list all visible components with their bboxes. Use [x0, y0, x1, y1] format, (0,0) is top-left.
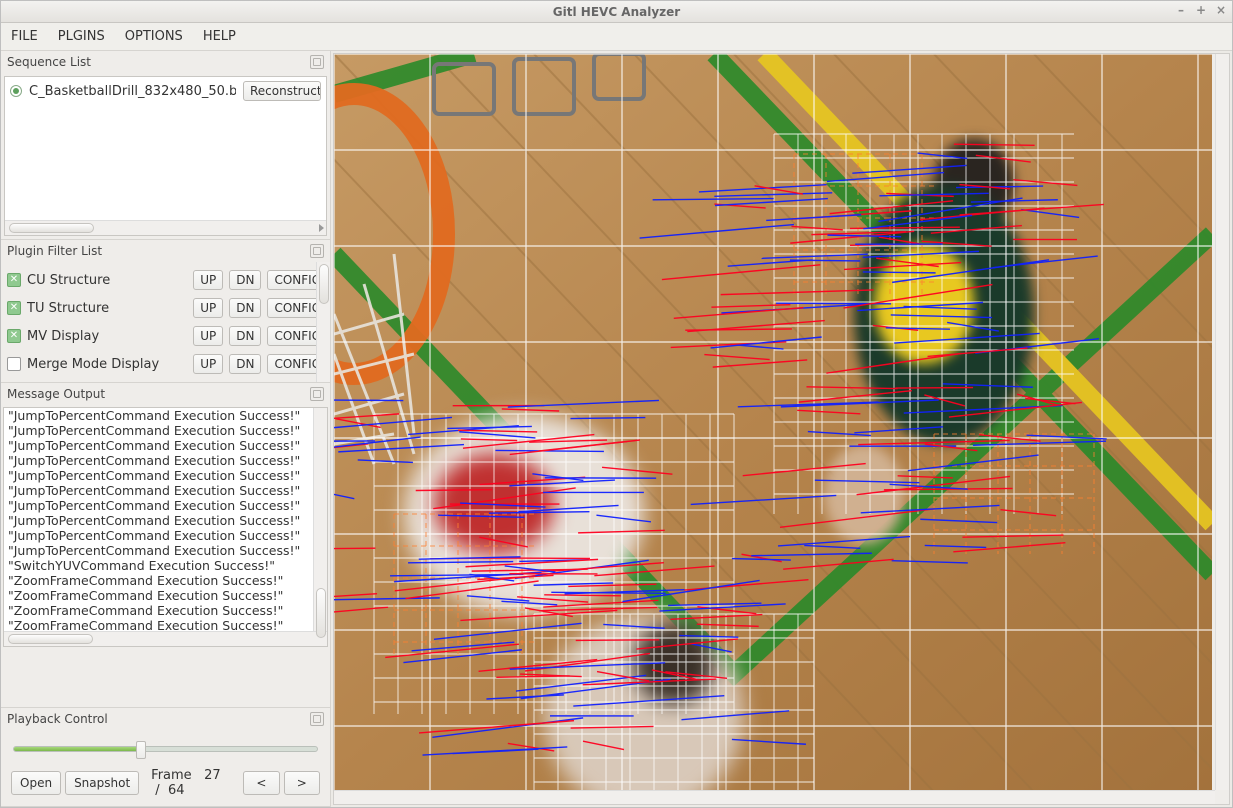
prev-frame-button[interactable]: < — [243, 771, 279, 795]
message-line: "JumpToPercentCommand Execution Success!… — [4, 423, 327, 438]
plugin-down-button[interactable]: DN — [229, 326, 261, 346]
menu-help[interactable]: HELP — [203, 29, 236, 44]
sidebar: Sequence List C_BasketballDrill_832x480_… — [1, 51, 331, 807]
sequence-radio-icon[interactable] — [10, 85, 22, 97]
plugin-label: TU Structure — [27, 301, 187, 316]
menu-options[interactable]: OPTIONS — [125, 29, 183, 44]
menu-file[interactable]: FILE — [11, 29, 38, 44]
message-line: "ZoomFrameCommand Execution Success!" — [4, 603, 327, 618]
message-hscroll[interactable] — [4, 631, 327, 646]
slider-handle[interactable] — [136, 741, 146, 759]
detach-icon[interactable] — [310, 244, 324, 258]
panel-playback-title: Playback Control — [7, 712, 108, 726]
panel-messages-title: Message Output — [7, 387, 105, 401]
viewer-vscroll[interactable] — [1215, 54, 1229, 790]
panel-plugins-title: Plugin Filter List — [7, 244, 102, 258]
message-line: "JumpToPercentCommand Execution Success!… — [4, 498, 327, 513]
message-line: "JumpToPercentCommand Execution Success!… — [4, 483, 327, 498]
panel-playback: Playback Control Open Snapshot Frame 27 … — [1, 708, 330, 807]
sequence-name: C_BasketballDrill_832x480_50.bin — [29, 84, 236, 99]
plugin-down-button[interactable]: DN — [229, 354, 261, 374]
sequence-mode-button[interactable]: Reconstructe — [243, 81, 321, 101]
plugin-row: Merge Mode DisplayUPDNCONFIG — [5, 350, 330, 378]
window-title: Gitl HEVC Analyzer — [553, 5, 680, 19]
message-line: "SwitchYUVCommand Execution Success!" — [4, 558, 327, 573]
message-line: "ZoomFrameCommand Execution Success!" — [4, 588, 327, 603]
sequence-list: C_BasketballDrill_832x480_50.bin Reconst… — [4, 76, 327, 236]
plugin-row: TU StructureUPDNCONFIG — [5, 294, 330, 322]
message-line: "JumpToPercentCommand Execution Success!… — [4, 513, 327, 528]
message-line: "JumpToPercentCommand Execution Success!… — [4, 528, 327, 543]
plugin-checkbox[interactable] — [7, 301, 21, 315]
plugin-row: MV DisplayUPDNCONFIG — [5, 322, 330, 350]
snapshot-button[interactable]: Snapshot — [65, 771, 139, 795]
plugin-label: MV Display — [27, 329, 187, 344]
message-output: "JumpToPercentCommand Execution Success!… — [3, 407, 328, 647]
app-window: Gitl HEVC Analyzer – + × FILE PLGINS OPT… — [0, 0, 1233, 808]
plugin-down-button[interactable]: DN — [229, 298, 261, 318]
menubar: FILE PLGINS OPTIONS HELP — [1, 23, 1232, 51]
message-line: "ZoomFrameCommand Execution Success!" — [4, 573, 327, 588]
message-line: "JumpToPercentCommand Execution Success!… — [4, 453, 327, 468]
plugin-up-button[interactable]: UP — [193, 298, 223, 318]
playback-slider[interactable] — [13, 746, 318, 752]
plugin-vscroll[interactable] — [316, 262, 330, 382]
titlebar: Gitl HEVC Analyzer – + × — [1, 1, 1232, 23]
open-button[interactable]: Open — [11, 771, 61, 795]
plugin-label: Merge Mode Display — [27, 357, 187, 372]
plugin-up-button[interactable]: UP — [193, 354, 223, 374]
panel-messages: Message Output "JumpToPercentCommand Exe… — [1, 383, 330, 708]
plugin-checkbox[interactable] — [7, 357, 21, 371]
panel-plugins: Plugin Filter List CU StructureUPDNCONFI… — [1, 240, 330, 383]
detach-icon[interactable] — [310, 387, 324, 401]
frame-canvas — [334, 54, 1212, 792]
viewer-hscroll[interactable] — [334, 790, 1215, 804]
sequence-row[interactable]: C_BasketballDrill_832x480_50.bin Reconst… — [5, 77, 326, 105]
sequence-hscroll[interactable] — [5, 220, 326, 235]
frame-viewer[interactable] — [333, 53, 1230, 805]
next-frame-button[interactable]: > — [284, 771, 320, 795]
menu-plugins[interactable]: PLGINS — [58, 29, 105, 44]
message-line: "ZoomFrameCommand Execution Success!" — [4, 618, 327, 631]
close-icon[interactable]: × — [1214, 3, 1228, 17]
frame-label: Frame 27 / 64 — [151, 768, 233, 798]
plugin-down-button[interactable]: DN — [229, 270, 261, 290]
plugin-label: CU Structure — [27, 273, 187, 288]
plugin-row: CU StructureUPDNCONFIG — [5, 266, 330, 294]
message-line: "JumpToPercentCommand Execution Success!… — [4, 543, 327, 558]
plugin-checkbox[interactable] — [7, 329, 21, 343]
plugin-checkbox[interactable] — [7, 273, 21, 287]
minimize-icon[interactable]: – — [1174, 3, 1188, 17]
detach-icon[interactable] — [310, 712, 324, 726]
message-line: "JumpToPercentCommand Execution Success!… — [4, 438, 327, 453]
message-line: "JumpToPercentCommand Execution Success!… — [4, 468, 327, 483]
plugin-list: CU StructureUPDNCONFIGTU StructureUPDNCO… — [1, 262, 330, 382]
detach-icon[interactable] — [310, 55, 324, 69]
message-vscroll[interactable] — [313, 408, 327, 631]
maximize-icon[interactable]: + — [1194, 3, 1208, 17]
panel-sequence: Sequence List C_BasketballDrill_832x480_… — [1, 51, 330, 240]
plugin-up-button[interactable]: UP — [193, 270, 223, 290]
message-line: "JumpToPercentCommand Execution Success!… — [4, 408, 327, 423]
panel-sequence-title: Sequence List — [7, 55, 91, 69]
plugin-up-button[interactable]: UP — [193, 326, 223, 346]
